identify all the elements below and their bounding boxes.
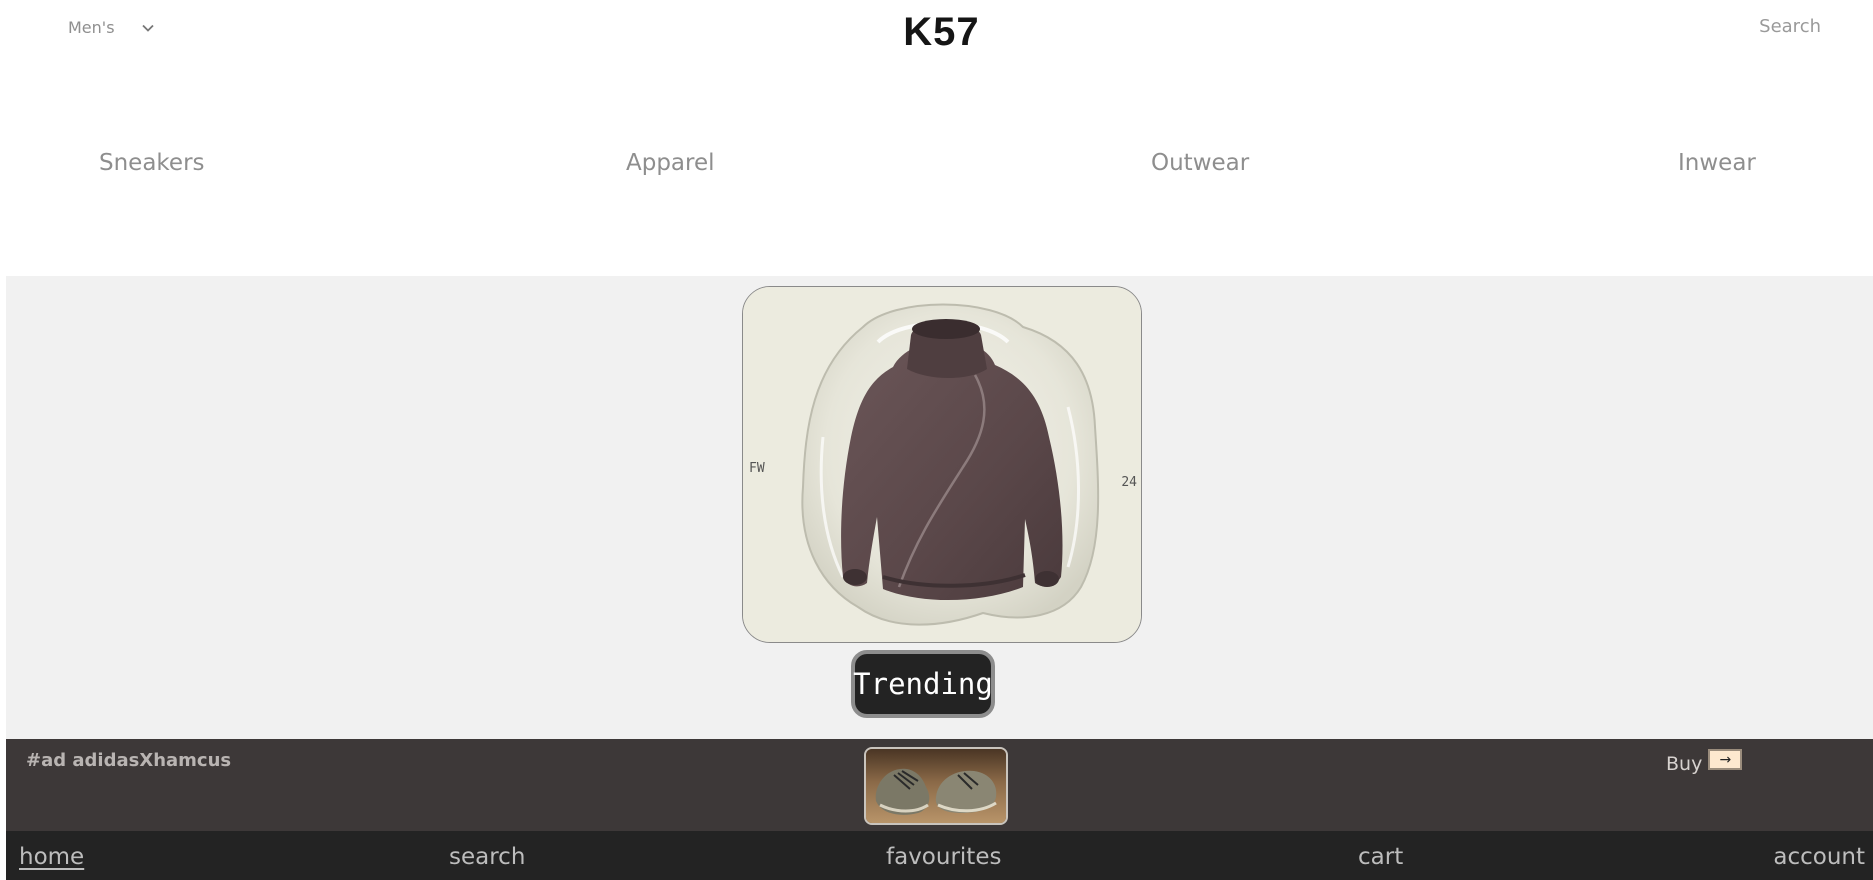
ad-text: #ad adidasXhamcus xyxy=(26,750,232,771)
category-nav: Sneakers Apparel Outwear Inwear xyxy=(0,150,1873,190)
tab-home[interactable]: home xyxy=(19,844,84,870)
product-image xyxy=(743,287,1141,642)
search-link[interactable]: Search xyxy=(1759,16,1821,37)
ad-banner: #ad adidasXhamcus Buy → xyxy=(6,739,1873,831)
tab-search[interactable]: search xyxy=(449,844,525,870)
ad-thumbnail[interactable] xyxy=(864,747,1008,825)
tab-account[interactable]: account xyxy=(1773,844,1865,870)
tab-cart[interactable]: cart xyxy=(1358,844,1403,870)
arrow-right-icon: → xyxy=(1708,749,1743,770)
site-header: Men's K57 Search xyxy=(0,0,1873,60)
category-inwear[interactable]: Inwear xyxy=(1678,150,1756,176)
tab-favourites[interactable]: favourites xyxy=(886,844,1001,870)
season-label-right: 24 xyxy=(1121,475,1137,490)
buy-label: Buy xyxy=(1666,753,1703,775)
hero-section: FW 24 Trending xyxy=(6,276,1873,739)
bottom-tab-bar: home search favourites cart account xyxy=(6,831,1873,880)
buy-button[interactable]: Buy → xyxy=(1666,749,1743,775)
category-apparel[interactable]: Apparel xyxy=(626,150,715,176)
category-sneakers[interactable]: Sneakers xyxy=(99,150,205,176)
category-outwear[interactable]: Outwear xyxy=(1151,150,1249,176)
site-logo[interactable]: K57 xyxy=(0,10,1873,55)
featured-product-card[interactable]: FW 24 xyxy=(742,286,1142,643)
trending-button[interactable]: Trending xyxy=(851,650,995,718)
season-label-left: FW xyxy=(749,461,765,476)
sneakers-image xyxy=(866,749,1006,823)
